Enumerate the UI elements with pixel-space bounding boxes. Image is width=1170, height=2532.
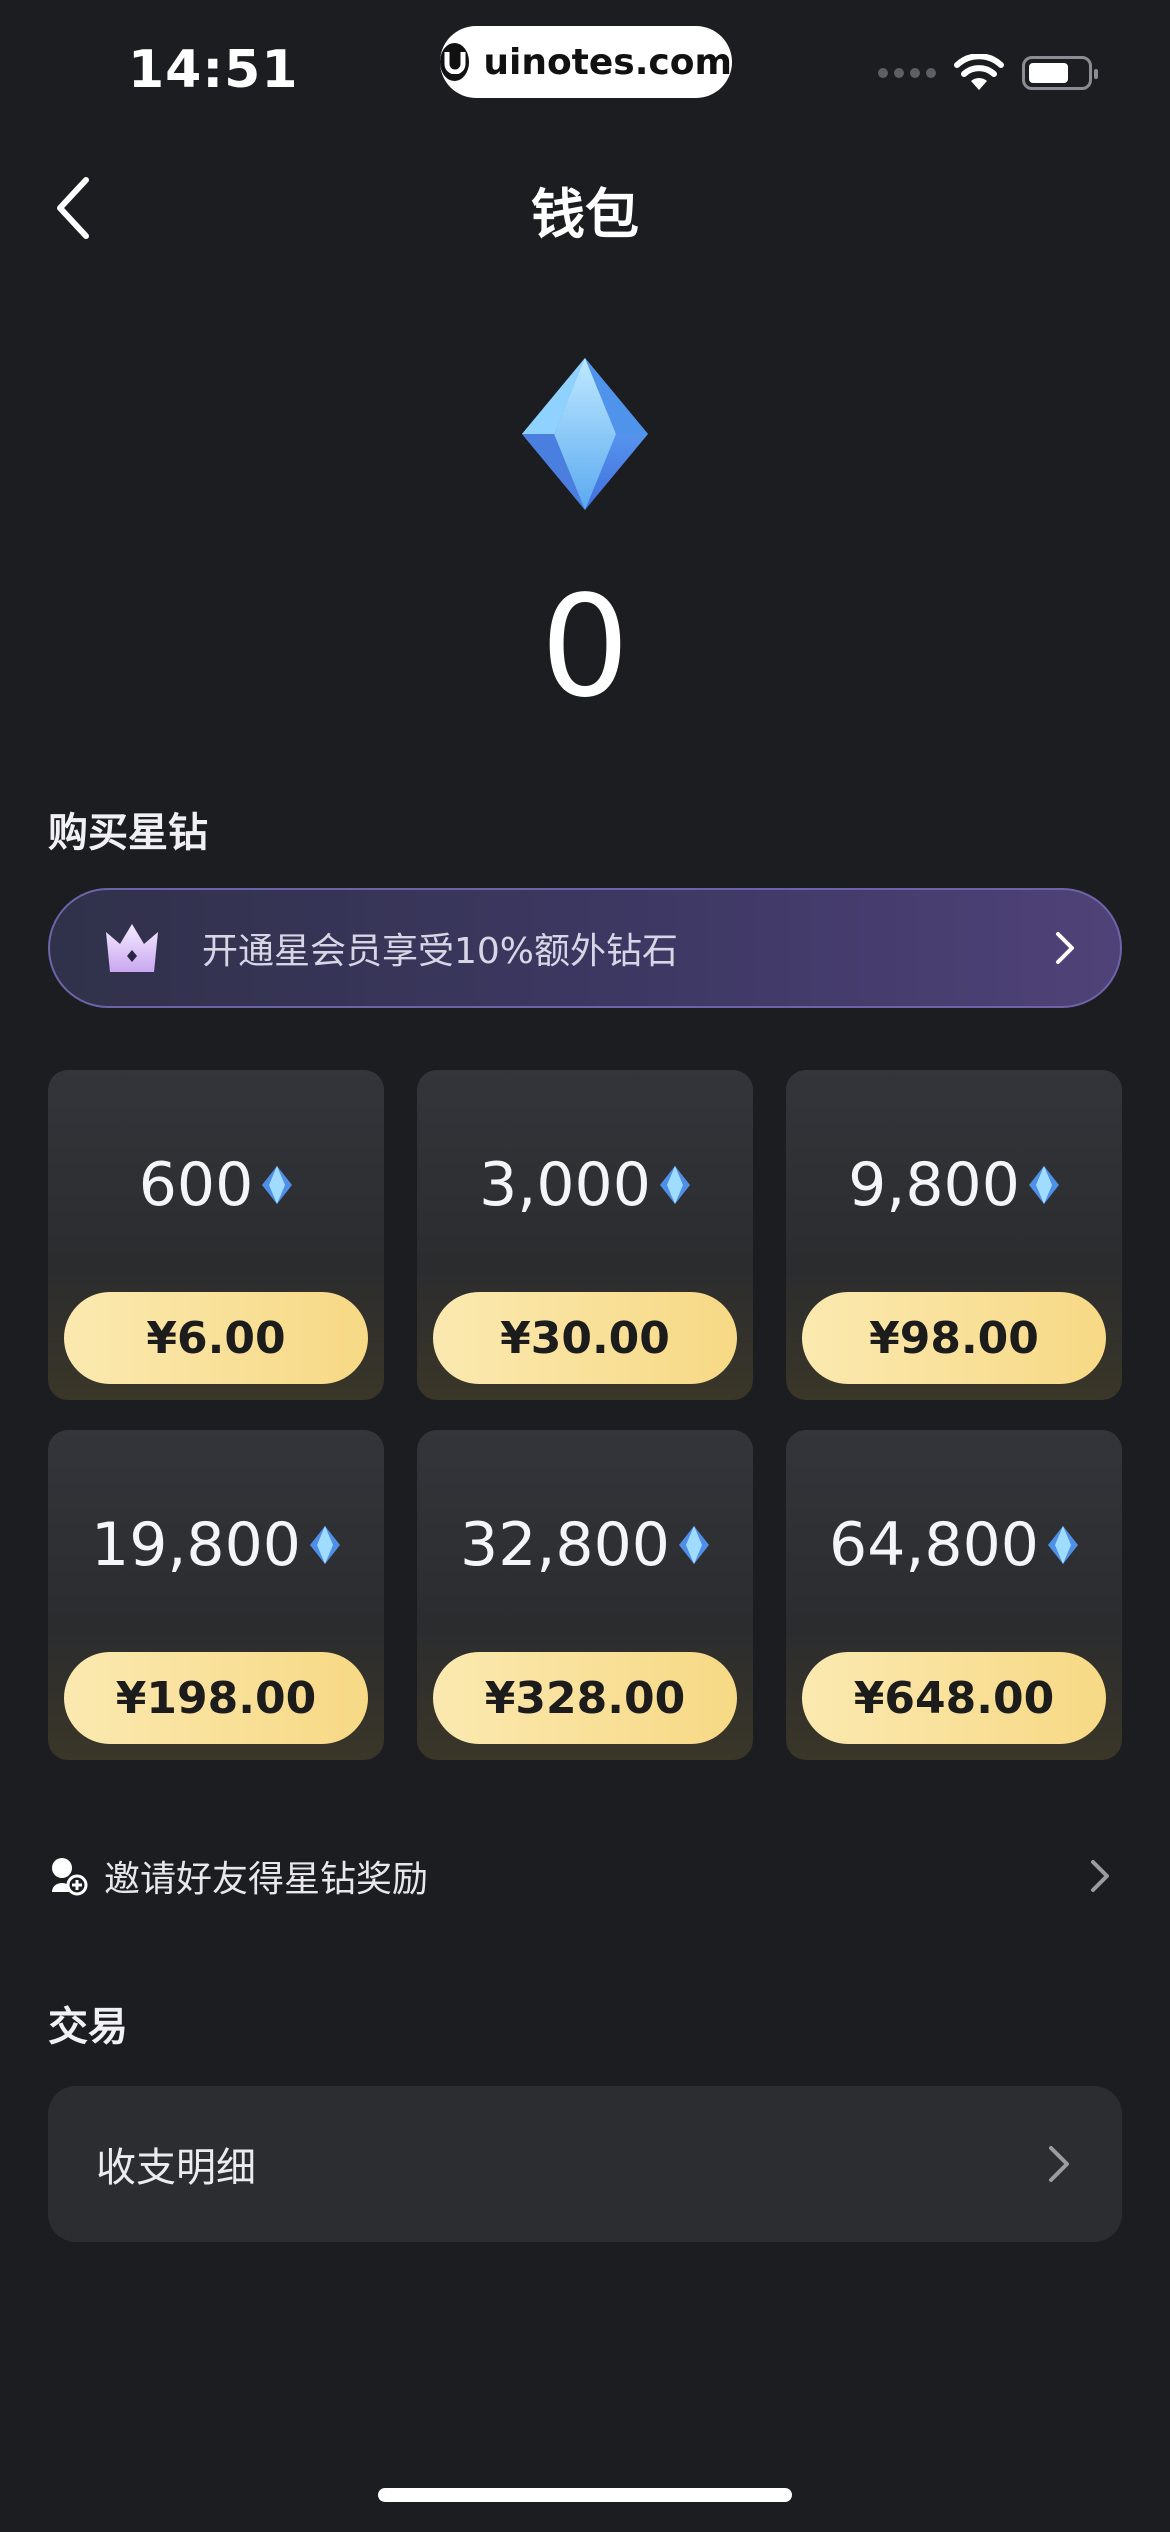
package-price-button[interactable]: ¥648.00 <box>802 1652 1106 1744</box>
diamond-package-grid: 600 ¥6.00 3,000 ¥30.00 9,800 ¥98.00 19,8… <box>48 1070 1122 1760</box>
diamond-balance: 0 <box>540 566 630 729</box>
watermark-logo-icon <box>440 43 470 81</box>
package-amount: 32,800 <box>460 1510 670 1580</box>
package-amount: 64,800 <box>829 1510 1039 1580</box>
watermark-badge: uinotes.com <box>440 26 732 98</box>
package-card[interactable]: 9,800 ¥98.00 <box>786 1070 1122 1400</box>
diamond-icon <box>678 1526 709 1564</box>
package-amount: 9,800 <box>848 1150 1020 1220</box>
status-bar: 14:51 uinotes.com <box>0 0 1170 140</box>
chevron-right-icon <box>1056 932 1074 964</box>
status-time: 14:51 <box>128 40 299 100</box>
page-title: 钱包 <box>531 183 639 246</box>
status-indicators <box>878 54 1098 92</box>
invite-friends-row[interactable]: 邀请好友得星钻奖励 <box>48 1846 1122 1906</box>
package-amount: 19,800 <box>91 1510 301 1580</box>
purchase-section-title: 购买星钻 <box>48 810 208 856</box>
vip-membership-banner[interactable]: 开通星会员享受10%额外钻石 <box>48 888 1122 1008</box>
chevron-right-icon <box>1049 2146 1069 2182</box>
diamond-icon <box>1047 1526 1078 1564</box>
package-card[interactable]: 64,800 ¥648.00 <box>786 1430 1122 1760</box>
home-indicator[interactable] <box>378 2488 792 2502</box>
package-card[interactable]: 19,800 ¥198.00 <box>48 1430 384 1760</box>
package-price-button[interactable]: ¥328.00 <box>433 1652 737 1744</box>
crown-icon <box>106 924 158 972</box>
vip-banner-text: 开通星会员享受10%额外钻石 <box>202 931 679 972</box>
package-card[interactable]: 32,800 ¥328.00 <box>417 1430 753 1760</box>
wifi-icon <box>954 54 1004 90</box>
diamond-icon <box>309 1526 340 1564</box>
cellular-signal-icon <box>878 68 936 78</box>
watermark-text: uinotes.com <box>483 41 732 83</box>
package-card[interactable]: 600 ¥6.00 <box>48 1070 384 1400</box>
diamond-icon <box>1028 1166 1059 1204</box>
transaction-details-row[interactable]: 收支明细 <box>48 2086 1122 2242</box>
package-amount: 3,000 <box>479 1150 651 1220</box>
package-price-button[interactable]: ¥30.00 <box>433 1292 737 1384</box>
diamond-icon <box>262 1166 293 1204</box>
star-diamond-icon <box>522 358 648 510</box>
transactions-section-title: 交易 <box>48 2004 128 2050</box>
transaction-details-label: 收支明细 <box>96 2145 256 2191</box>
invite-user-icon <box>52 1858 88 1896</box>
chevron-right-icon <box>1091 1860 1109 1892</box>
package-price-button[interactable]: ¥198.00 <box>64 1652 368 1744</box>
package-amount: 600 <box>138 1150 254 1220</box>
package-card[interactable]: 3,000 ¥30.00 <box>417 1070 753 1400</box>
diamond-icon <box>659 1166 690 1204</box>
battery-icon <box>1022 56 1098 90</box>
package-price-button[interactable]: ¥6.00 <box>64 1292 368 1384</box>
package-price-button[interactable]: ¥98.00 <box>802 1292 1106 1384</box>
invite-friends-text: 邀请好友得星钻奖励 <box>104 1859 429 1900</box>
